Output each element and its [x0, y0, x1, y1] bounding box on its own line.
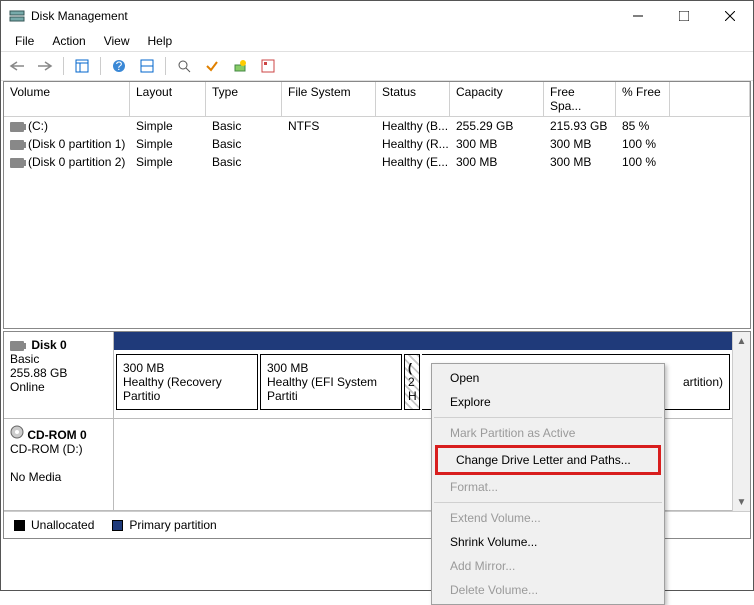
ctx-format: Format...: [432, 475, 664, 499]
props-icon[interactable]: [256, 54, 280, 78]
col-status[interactable]: Status: [376, 82, 450, 117]
volume-row[interactable]: (Disk 0 partition 1)SimpleBasicHealthy (…: [4, 135, 750, 153]
scroll-up-icon[interactable]: ▲: [733, 332, 750, 350]
disk-0-header-bar: [114, 332, 732, 350]
volume-icon: [10, 140, 24, 150]
col-spacer: [670, 82, 750, 117]
menu-help[interactable]: Help: [140, 32, 181, 50]
ctx-shrink[interactable]: Shrink Volume...: [432, 530, 664, 554]
scroll-down-icon[interactable]: ▼: [733, 493, 750, 511]
menu-file[interactable]: File: [7, 32, 42, 50]
layout-button[interactable]: [135, 54, 159, 78]
col-free[interactable]: Free Spa...: [544, 82, 616, 117]
col-volume[interactable]: Volume: [4, 82, 130, 117]
check-icon[interactable]: [200, 54, 224, 78]
ctx-mirror: Add Mirror...: [432, 554, 664, 578]
volume-row[interactable]: (Disk 0 partition 2)SimpleBasicHealthy (…: [4, 153, 750, 171]
ctx-explore[interactable]: Explore: [432, 390, 664, 414]
search-icon[interactable]: [172, 54, 196, 78]
disk-icon: [10, 338, 28, 352]
col-layout[interactable]: Layout: [130, 82, 206, 117]
volume-row[interactable]: (C:)SimpleBasicNTFSHealthy (B...255.29 G…: [4, 117, 750, 135]
highlight-annotation: Change Drive Letter and Paths...: [435, 445, 661, 475]
menu-bar: File Action View Help: [1, 31, 753, 51]
ctx-delete: Delete Volume...: [432, 578, 664, 602]
back-button[interactable]: [5, 54, 29, 78]
volume-icon: [10, 158, 24, 168]
window-title: Disk Management: [31, 9, 615, 23]
col-pctfree[interactable]: % Free: [616, 82, 670, 117]
maximize-button[interactable]: [661, 1, 707, 31]
title-bar: Disk Management: [1, 1, 753, 31]
ctx-change-drive-letter[interactable]: Change Drive Letter and Paths...: [438, 448, 658, 472]
col-type[interactable]: Type: [206, 82, 282, 117]
col-filesystem[interactable]: File System: [282, 82, 376, 117]
close-button[interactable]: [707, 1, 753, 31]
app-icon: [9, 8, 25, 24]
toolbar: ?: [1, 51, 753, 81]
cdrom-icon: [10, 428, 24, 442]
disk-add-icon[interactable]: [228, 54, 252, 78]
ctx-mark-active: Mark Partition as Active: [432, 421, 664, 445]
partition-efi[interactable]: 300 MB Healthy (EFI System Partiti: [260, 354, 402, 410]
legend-primary: Primary partition: [112, 518, 216, 532]
legend-unallocated: Unallocated: [14, 518, 94, 532]
disk-scrollbar[interactable]: ▲ ▼: [732, 332, 750, 511]
context-menu: Open Explore Mark Partition as Active Ch…: [431, 363, 665, 605]
help-button[interactable]: ?: [107, 54, 131, 78]
cdrom-info[interactable]: CD-ROM 0 CD-ROM (D:) No Media: [4, 419, 114, 510]
view-button[interactable]: [70, 54, 94, 78]
volume-list: Volume Layout Type File System Status Ca…: [3, 81, 751, 329]
disk-0-info[interactable]: Disk 0 Basic 255.88 GB Online: [4, 332, 114, 418]
minimize-button[interactable]: [615, 1, 661, 31]
svg-text:?: ?: [116, 59, 123, 73]
forward-button[interactable]: [33, 54, 57, 78]
ctx-open[interactable]: Open: [432, 366, 664, 390]
ctx-extend: Extend Volume...: [432, 506, 664, 530]
menu-action[interactable]: Action: [44, 32, 93, 50]
volume-icon: [10, 122, 24, 132]
column-headers: Volume Layout Type File System Status Ca…: [4, 82, 750, 117]
partition-recovery[interactable]: 300 MB Healthy (Recovery Partitio: [116, 354, 258, 410]
partition-c-selected[interactable]: ( 2 H: [404, 354, 420, 410]
menu-view[interactable]: View: [96, 32, 138, 50]
col-capacity[interactable]: Capacity: [450, 82, 544, 117]
